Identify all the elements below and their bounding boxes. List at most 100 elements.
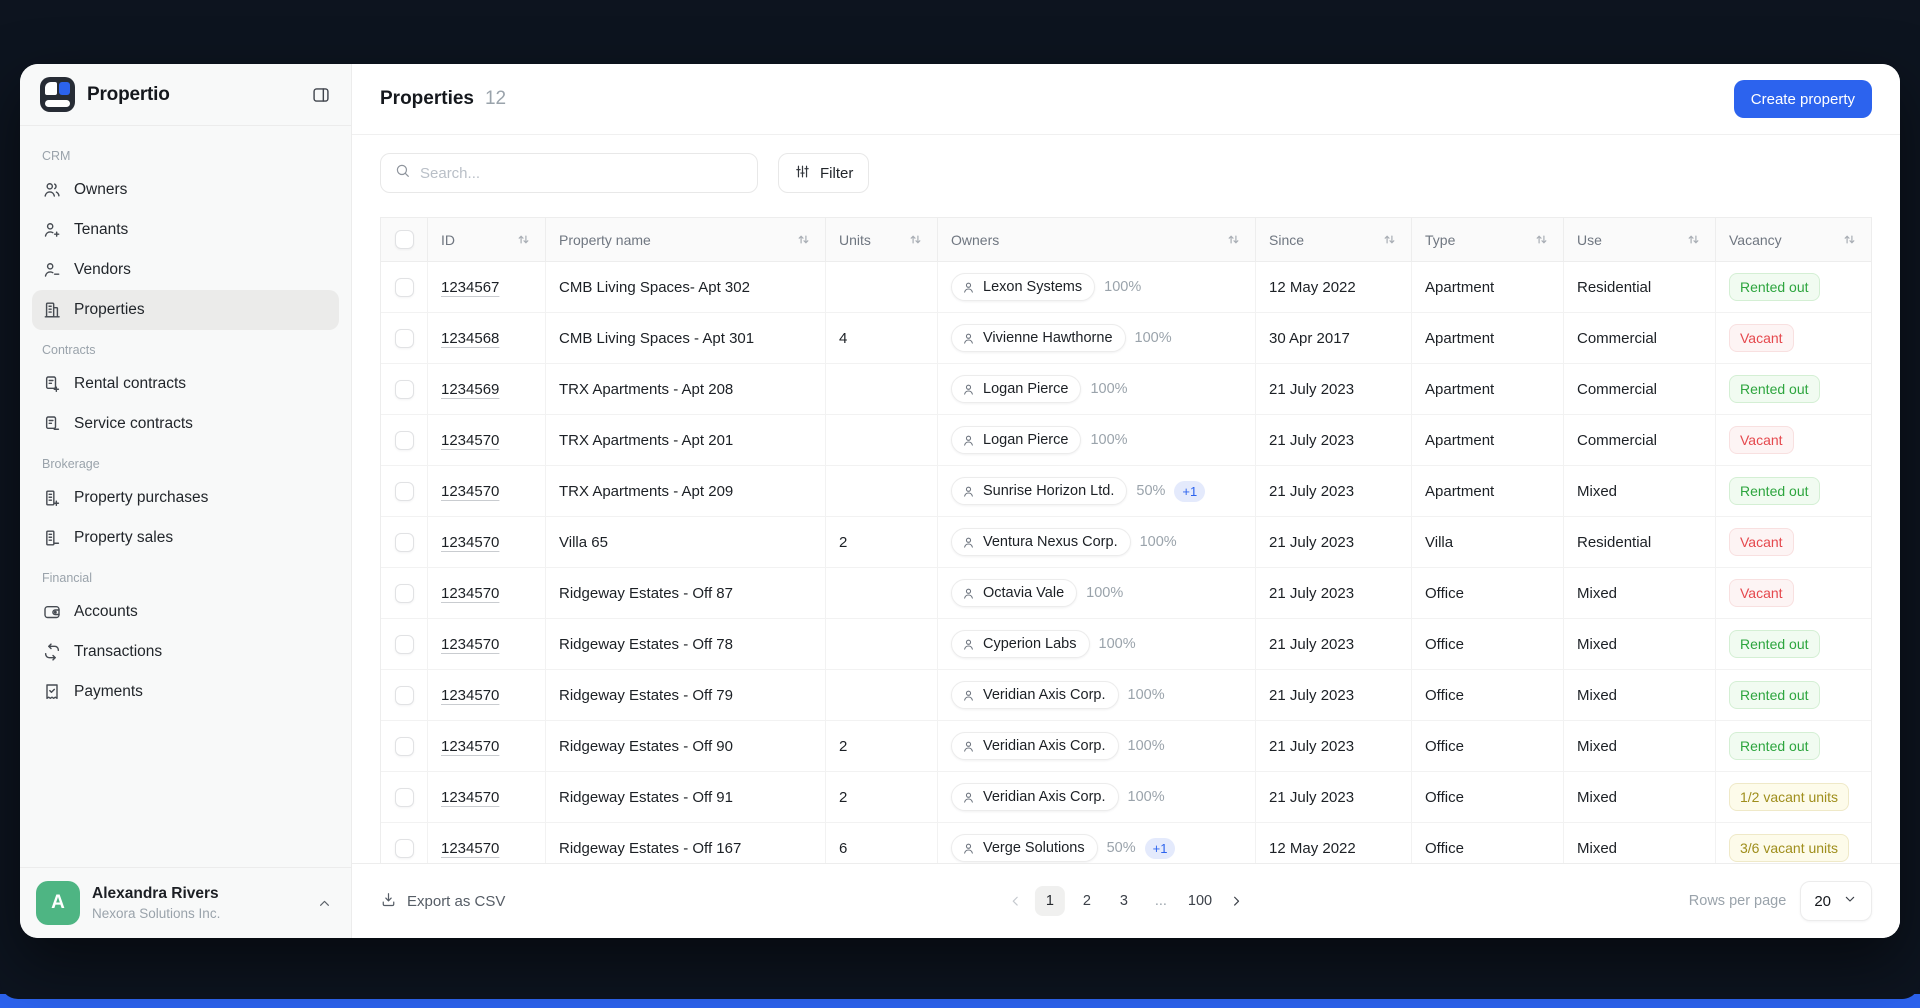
property-id-link[interactable]: 1234570 [441, 432, 499, 449]
property-id-link[interactable]: 1234569 [441, 381, 499, 398]
pagination-next-button[interactable] [1224, 889, 1249, 914]
row-checkbox[interactable] [395, 533, 414, 552]
rows-per-page-select[interactable]: 20 [1800, 881, 1872, 921]
additional-owners-badge[interactable]: +1 [1174, 481, 1205, 502]
pagination-page-1[interactable]: 1 [1035, 886, 1065, 916]
header-cell-id[interactable]: ID [428, 218, 546, 261]
property-id-link[interactable]: 1234570 [441, 738, 499, 755]
property-id-link[interactable]: 1234570 [441, 840, 499, 857]
owner-chip[interactable]: Lexon Systems [951, 273, 1095, 301]
property-id-link[interactable]: 1234570 [441, 789, 499, 806]
sidebar-item-property-purchases[interactable]: Property purchases [32, 478, 339, 518]
row-checkbox[interactable] [395, 737, 414, 756]
cell-select [381, 823, 428, 863]
owner-chip[interactable]: Vivienne Hawthorne [951, 324, 1126, 352]
owner-chip[interactable]: Veridian Axis Corp. [951, 783, 1119, 811]
sidebar-item-rental-contracts[interactable]: Rental contracts [32, 364, 339, 404]
header-cell-vacancy[interactable]: Vacancy [1716, 218, 1871, 261]
row-checkbox[interactable] [395, 584, 414, 603]
owner-chip[interactable]: Ventura Nexus Corp. [951, 528, 1131, 556]
header-cell-owners[interactable]: Owners [938, 218, 1256, 261]
table-row[interactable]: 1234569TRX Apartments - Apt 208Logan Pie… [381, 364, 1871, 415]
header-cell-use[interactable]: Use [1564, 218, 1716, 261]
sort-icon[interactable] [1225, 231, 1242, 248]
owner-chip[interactable]: Verge Solutions [951, 834, 1098, 862]
cell-vacancy: Rented out [1716, 466, 1871, 516]
row-checkbox[interactable] [395, 839, 414, 858]
row-checkbox[interactable] [395, 635, 414, 654]
search-box[interactable] [380, 153, 758, 193]
cell-units: 2 [826, 517, 938, 567]
create-property-button[interactable]: Create property [1734, 80, 1872, 118]
header-cell-type[interactable]: Type [1412, 218, 1564, 261]
table-row[interactable]: 1234570Ridgeway Estates - Off 87Octavia … [381, 568, 1871, 619]
row-checkbox[interactable] [395, 686, 414, 705]
search-input[interactable] [420, 165, 744, 182]
owner-chip[interactable]: Cyperion Labs [951, 630, 1090, 658]
sidebar-item-vendors[interactable]: Vendors [32, 250, 339, 290]
export-csv-button[interactable]: Export as CSV [380, 891, 505, 912]
sort-icon[interactable] [907, 231, 924, 248]
owner-chip[interactable]: Octavia Vale [951, 579, 1077, 607]
table-row[interactable]: 1234570Ridgeway Estates - Off 79Veridian… [381, 670, 1871, 721]
sidebar-item-property-sales[interactable]: Property sales [32, 518, 339, 558]
pagination-page-100[interactable]: 100 [1183, 886, 1217, 916]
row-checkbox[interactable] [395, 278, 414, 297]
property-id-link[interactable]: 1234570 [441, 534, 499, 551]
chevron-right-icon[interactable] [1228, 893, 1245, 910]
row-checkbox[interactable] [395, 788, 414, 807]
pagination-prev-button[interactable] [1003, 889, 1028, 914]
row-checkbox[interactable] [395, 329, 414, 348]
header-cell-units[interactable]: Units [826, 218, 938, 261]
sidebar-item-label: Accounts [74, 603, 138, 621]
swap-icon [42, 642, 62, 662]
header-cell-property-name[interactable]: Property name [546, 218, 826, 261]
chevron-left-icon[interactable] [1007, 893, 1024, 910]
table-row[interactable]: 1234567CMB Living Spaces- Apt 302Lexon S… [381, 262, 1871, 313]
table-row[interactable]: 1234570Ridgeway Estates - Off 902Veridia… [381, 721, 1871, 772]
table-row[interactable]: 1234570Villa 652Ventura Nexus Corp.100%2… [381, 517, 1871, 568]
sidebar-item-payments[interactable]: Payments [32, 672, 339, 712]
property-id-link[interactable]: 1234567 [441, 279, 499, 296]
sort-icon[interactable] [795, 231, 812, 248]
header-cell-since[interactable]: Since [1256, 218, 1412, 261]
property-id-link[interactable]: 1234570 [441, 483, 499, 500]
sort-icon[interactable] [1841, 231, 1858, 248]
property-id-link[interactable]: 1234570 [441, 636, 499, 653]
additional-owners-badge[interactable]: +1 [1145, 838, 1176, 859]
table-row[interactable]: 1234570Ridgeway Estates - Off 78Cyperion… [381, 619, 1871, 670]
table-row[interactable]: 1234570TRX Apartments - Apt 209Sunrise H… [381, 466, 1871, 517]
sort-icon[interactable] [515, 231, 532, 248]
owner-chip[interactable]: Sunrise Horizon Ltd. [951, 477, 1127, 505]
sidebar-item-service-contracts[interactable]: Service contracts [32, 404, 339, 444]
select-all-checkbox[interactable] [395, 230, 414, 249]
table-row[interactable]: 1234570Ridgeway Estates - Off 912Veridia… [381, 772, 1871, 823]
sidebar-item-owners[interactable]: Owners [32, 170, 339, 210]
sidebar-item-transactions[interactable]: Transactions [32, 632, 339, 672]
owner-chip[interactable]: Logan Pierce [951, 426, 1081, 454]
sort-icon[interactable] [1533, 231, 1550, 248]
sidebar-item-accounts[interactable]: Accounts [32, 592, 339, 632]
property-id-link[interactable]: 1234570 [441, 585, 499, 602]
owner-chip[interactable]: Veridian Axis Corp. [951, 732, 1119, 760]
property-id-link[interactable]: 1234570 [441, 687, 499, 704]
sort-icon[interactable] [1381, 231, 1398, 248]
property-id-link[interactable]: 1234568 [441, 330, 499, 347]
filter-button[interactable]: Filter [778, 153, 869, 193]
owner-chip[interactable]: Veridian Axis Corp. [951, 681, 1119, 709]
pagination-page-2[interactable]: 2 [1072, 886, 1102, 916]
table-row[interactable]: 1234570TRX Apartments - Apt 201Logan Pie… [381, 415, 1871, 466]
user-profile[interactable]: A Alexandra Rivers Nexora Solutions Inc. [20, 867, 351, 938]
table-row[interactable]: 1234568CMB Living Spaces - Apt 3014Vivie… [381, 313, 1871, 364]
row-checkbox[interactable] [395, 431, 414, 450]
sidebar-collapse-button[interactable] [309, 83, 333, 107]
owner-chip[interactable]: Logan Pierce [951, 375, 1081, 403]
sort-icon[interactable] [1685, 231, 1702, 248]
row-checkbox[interactable] [395, 482, 414, 501]
sidebar-item-tenants[interactable]: Tenants [32, 210, 339, 250]
row-checkbox[interactable] [395, 380, 414, 399]
pagination-page-3[interactable]: 3 [1109, 886, 1139, 916]
chevron-up-icon[interactable] [316, 895, 333, 912]
sidebar-item-properties[interactable]: Properties [32, 290, 339, 330]
table-row[interactable]: 1234570Ridgeway Estates - Off 1676Verge … [381, 823, 1871, 863]
